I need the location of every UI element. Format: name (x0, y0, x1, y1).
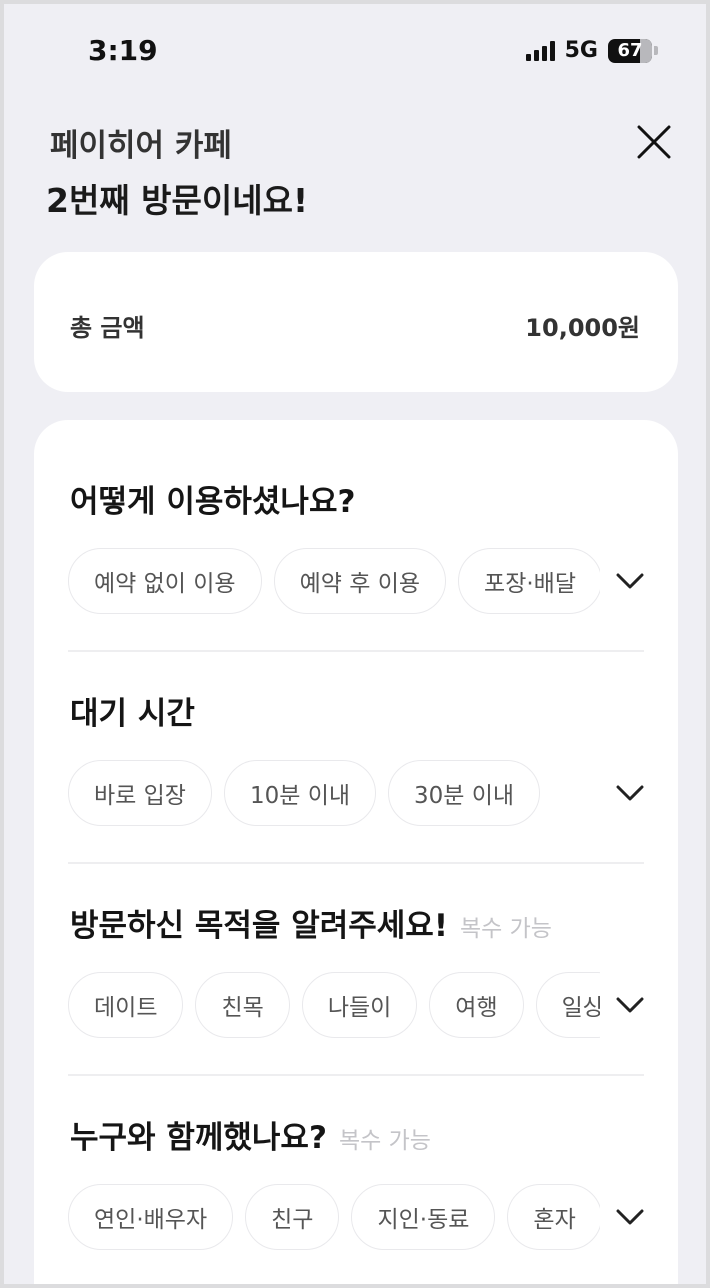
option-chip[interactable]: 30분 이내 (388, 760, 541, 826)
section-title: 누구와 함께했나요? 복수 가능 (70, 1112, 431, 1157)
store-name: 페이히어 카페 (50, 128, 232, 164)
total-card: 총 금액 10,000원 (34, 252, 678, 392)
expand-options-button[interactable] (600, 1184, 660, 1250)
option-chip[interactable]: 바로 입장 (68, 760, 212, 826)
section-title-text: 누구와 함께했나요? (70, 1120, 327, 1156)
total-value: 10,000원 (525, 314, 640, 342)
chevron-down-icon (616, 997, 644, 1013)
network-label: 5G (564, 38, 598, 63)
section-title-text: 어떻게 이용하셨나요? (70, 484, 356, 520)
section-title: 어떻게 이용하셨나요? (70, 476, 355, 521)
option-chip[interactable]: 혼자 (507, 1184, 602, 1250)
expand-options-button[interactable] (600, 548, 660, 614)
multi-select-hint: 복수 가능 (338, 1128, 431, 1154)
chevron-down-icon (616, 785, 644, 801)
battery-tip (654, 46, 658, 55)
option-chip[interactable]: 10분 이내 (223, 760, 377, 826)
option-chip[interactable]: 데이트 (68, 972, 184, 1038)
option-chip-list[interactable]: 바로 입장 10분 이내 30분 이내 (68, 760, 602, 828)
option-chip-list[interactable]: 연인·배우자 친구 지인·동료 혼자 (68, 1184, 602, 1252)
visit-message: 2번째 방문이네요! (46, 181, 309, 220)
option-chip[interactable]: 일상 (535, 972, 602, 1038)
multi-select-hint: 복수 가능 (459, 916, 552, 942)
section-title: 방문하신 목적을 알려주세요! 복수 가능 (70, 900, 552, 945)
signal-icon (525, 40, 555, 61)
section-divider (68, 1074, 644, 1076)
option-chip[interactable]: 예약 없이 이용 (68, 548, 262, 614)
section-title: 대기 시간 (70, 688, 195, 733)
option-chip[interactable]: 여행 (429, 972, 524, 1038)
chevron-down-icon (616, 573, 644, 589)
section-divider (68, 650, 644, 652)
section-title-text: 방문하신 목적을 알려주세요! (70, 908, 448, 944)
status-time: 3:19 (88, 34, 158, 67)
chevron-down-icon (616, 1209, 644, 1225)
section-divider (68, 862, 644, 864)
battery-icon: 67 (608, 38, 652, 63)
option-chip[interactable]: 나들이 (301, 972, 418, 1038)
status-indicators: 5G 67 (525, 38, 658, 63)
option-chip[interactable]: 지인·동료 (351, 1184, 496, 1250)
option-chip[interactable]: 친목 (195, 972, 290, 1038)
expand-options-button[interactable] (600, 760, 660, 826)
close-button[interactable] (632, 120, 676, 164)
survey-card: 어떻게 이용하셨나요? 예약 없이 이용 예약 후 이용 포장·배달대기 시간바로 입… (34, 420, 678, 1284)
total-label: 총 금액 (70, 314, 145, 342)
section-title-text: 대기 시간 (70, 696, 195, 732)
option-chip-list[interactable]: 데이트 친목 나들이 여행 일상 (68, 972, 602, 1040)
battery-level: 67 (617, 40, 643, 61)
option-chip[interactable]: 친구 (245, 1184, 340, 1250)
app-screen: 3:19 5G 67 페이히어 카페 2번째 방문이네요! 총 금액 10,00… (4, 4, 706, 1284)
option-chip-list[interactable]: 예약 없이 이용 예약 후 이용 포장·배달 (68, 548, 602, 616)
option-chip[interactable]: 연인·배우자 (68, 1184, 234, 1250)
expand-options-button[interactable] (600, 972, 660, 1038)
close-icon (637, 125, 671, 159)
option-chip[interactable]: 예약 후 이용 (273, 548, 447, 614)
option-chip[interactable]: 포장·배달 (458, 548, 602, 614)
